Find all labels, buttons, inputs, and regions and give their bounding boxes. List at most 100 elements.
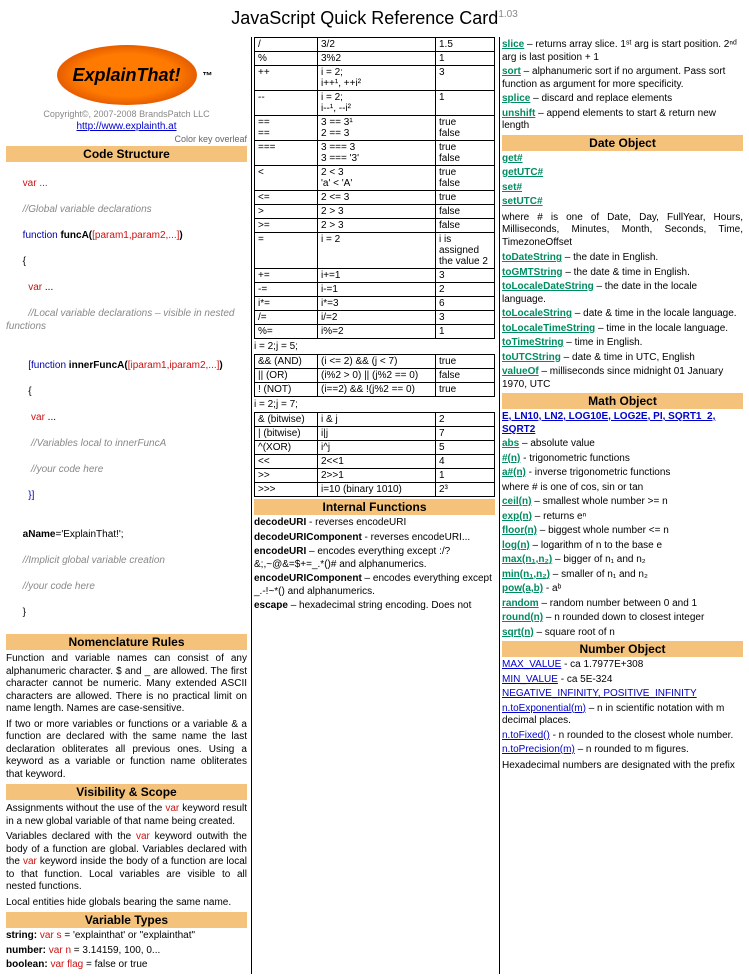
math-consts-link[interactable]: E, LN10, LN2, LOG10E, LOG2E, PI, SQRT1_2… — [502, 411, 715, 435]
method-desc: - ca 5E-324 — [558, 674, 612, 685]
method-name[interactable]: min(n₁,n₂) — [502, 569, 550, 580]
method-name[interactable]: round(n) — [502, 612, 543, 623]
method-name[interactable]: n.toPrecision(m) — [502, 744, 575, 755]
array-methods-list: slice – returns array slice. 1ˢᵗ arg is … — [502, 39, 743, 133]
table-caption: i = 2;j = 7; — [254, 399, 495, 410]
method-name[interactable]: encodeURI — [254, 546, 306, 557]
list-item: decodeURI - reverses encodeURI — [254, 517, 495, 530]
method-name[interactable]: sort — [502, 66, 521, 77]
operator-table-3: & (bitwise)i & j2| (bitwise)i|j7^(XOR)i^… — [254, 412, 495, 497]
table-cell: && (AND) — [255, 355, 318, 369]
list-item: floor(n) – biggest whole number <= n — [502, 525, 743, 538]
table-cell: i = 2 — [318, 233, 436, 269]
method-name[interactable]: slice — [502, 39, 524, 50]
method-name[interactable]: a#(n) — [502, 467, 526, 478]
vartype-row: string: var s = 'explainthat' or "explai… — [6, 930, 247, 943]
method-name[interactable]: decodeURIComponent — [254, 532, 362, 543]
method-name[interactable]: toLocaleTimeString — [502, 323, 595, 334]
method-name[interactable]: n.toFixed() — [502, 730, 550, 741]
method-name[interactable]: set# — [502, 182, 522, 193]
method-name[interactable]: get# — [502, 153, 523, 164]
list-item: pow(a,b) - aᵇ — [502, 583, 743, 596]
method-desc: – returns eⁿ — [532, 511, 586, 522]
val: = false or true — [83, 959, 147, 970]
column-2: /3/21.5%3%21++i = 2; i++¹, ++i²3--i = 2;… — [251, 37, 497, 974]
method-name[interactable]: n.toExponential(m) — [502, 703, 586, 714]
method-name[interactable]: abs — [502, 438, 519, 449]
table-cell: true — [436, 355, 495, 369]
table-cell: (i <= 2) && (j < 7) — [318, 355, 436, 369]
table-cell: 4 — [436, 455, 495, 469]
method-name[interactable]: valueOf — [502, 366, 539, 377]
table-cell: 1 — [436, 469, 495, 483]
method-name[interactable]: sqrt(n) — [502, 627, 534, 638]
page-title: JavaScript Quick Reference Card1.03 — [4, 8, 745, 29]
val: = 'explainthat' or "explainthat" — [62, 930, 196, 941]
list-item: toUTCString – date & time in UTC, Englis… — [502, 352, 743, 365]
method-name[interactable]: setUTC# — [502, 196, 543, 207]
list-item: MIN_VALUE - ca 5E-324 — [502, 674, 743, 687]
code-comment: //your code here — [23, 581, 95, 592]
method-name[interactable]: NEGATIVE_INFINITY, POSITIVE_INFINITY — [502, 688, 697, 699]
table-row: /3/21.5 — [255, 38, 495, 52]
method-name[interactable]: exp(n) — [502, 511, 532, 522]
table-cell: 1.5 — [436, 38, 495, 52]
site-link[interactable]: http://www.explainth.at — [6, 121, 247, 132]
method-name[interactable]: #(n) — [502, 453, 520, 464]
txt: ='ExplainThat!'; — [55, 529, 123, 540]
table-cell: 2 < 3 'a' < 'A' — [318, 166, 436, 191]
method-desc: – time in the locale language. — [595, 323, 728, 334]
heading-visibility: Visibility & Scope — [6, 784, 247, 800]
table-row: | (bitwise)i|j7 — [255, 427, 495, 441]
version: 1.03 — [498, 9, 517, 20]
method-name[interactable]: MIN_VALUE — [502, 674, 558, 685]
table-cell: /= — [255, 311, 318, 325]
method-name[interactable]: toLocaleString — [502, 308, 572, 319]
method-name[interactable]: toGMTString — [502, 267, 563, 278]
list-item: exp(n) – returns eⁿ — [502, 511, 743, 524]
table-cell: 1 — [436, 52, 495, 66]
method-name[interactable]: toLocaleDateString — [502, 281, 594, 292]
method-name[interactable]: encodeURIComponent — [254, 573, 362, 584]
method-name[interactable]: escape — [254, 600, 288, 611]
txt: ... — [42, 282, 53, 293]
method-desc: – bigger of n₁ and n₂ — [552, 554, 645, 565]
method-name[interactable]: pow(a,b) — [502, 583, 543, 594]
heading-date-object: Date Object — [502, 135, 743, 151]
method-desc: – the date in English. — [562, 252, 658, 263]
method-name[interactable]: toTimeString — [502, 337, 563, 348]
table-cell: == == — [255, 116, 318, 141]
method-name[interactable]: MAX_VALUE — [502, 659, 561, 670]
method-name[interactable]: max(n₁,n₂) — [502, 554, 552, 565]
table-cell: 3 == 3¹ 2 == 3 — [318, 116, 436, 141]
method-name[interactable]: log(n) — [502, 540, 530, 551]
table-cell: >> — [255, 469, 318, 483]
table-cell: -- — [255, 91, 318, 116]
title-text: JavaScript Quick Reference Card — [231, 8, 498, 28]
list-item: sqrt(n) – square root of n — [502, 627, 743, 640]
vartype-row: boolean: var flag = false or true — [6, 959, 247, 972]
code-line: var ... — [23, 178, 48, 189]
table-row: <<2<<14 — [255, 455, 495, 469]
list-item: toTimeString – time in English. — [502, 337, 743, 350]
method-name[interactable]: unshift — [502, 108, 535, 119]
method-name[interactable]: floor(n) — [502, 525, 537, 536]
table-cell: += — [255, 269, 318, 283]
table-cell: i*=3 — [318, 297, 436, 311]
method-name[interactable]: random — [502, 598, 539, 609]
list-item: MAX_VALUE - ca 1.7977E+308 — [502, 659, 743, 672]
method-desc: – biggest whole number <= n — [537, 525, 669, 536]
vartype-row: number: var n = 3.14159, 100, 0... — [6, 945, 247, 958]
method-name[interactable]: toUTCString — [502, 352, 561, 363]
method-name[interactable]: getUTC# — [502, 167, 543, 178]
table-row: ^(XOR)i^j5 — [255, 441, 495, 455]
method-name[interactable]: toDateString — [502, 252, 562, 263]
method-name[interactable]: decodeURI — [254, 517, 306, 528]
method-desc: – absolute value — [519, 438, 595, 449]
table-cell: 7 — [436, 427, 495, 441]
heading-internal-functions: Internal Functions — [254, 499, 495, 515]
list-item: #(n) - trigonometric functions — [502, 453, 743, 466]
method-name[interactable]: ceil(n) — [502, 496, 531, 507]
method-name[interactable]: splice — [502, 93, 530, 104]
table-cell: i = 2; i--¹, --i² — [318, 91, 436, 116]
